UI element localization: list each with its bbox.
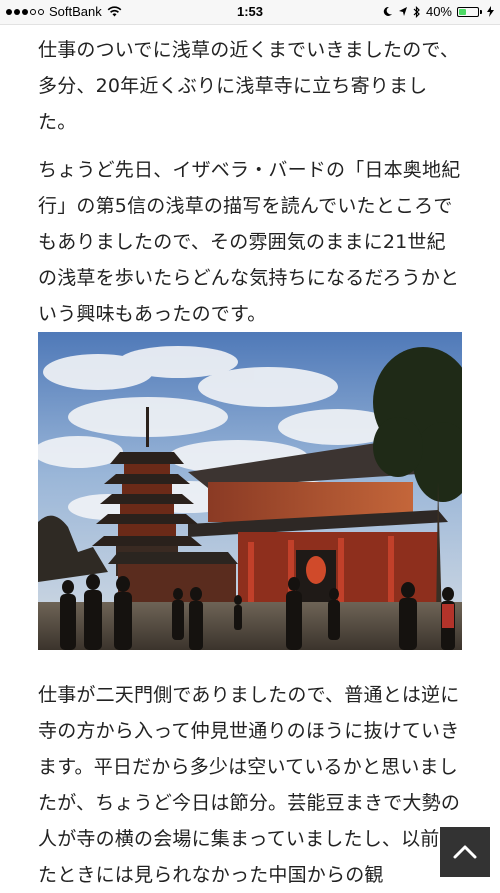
- carrier-name: SoftBank: [49, 4, 102, 19]
- status-bar: SoftBank 1:53 40%: [0, 0, 500, 25]
- back-to-top-button[interactable]: [440, 827, 490, 877]
- article-paragraph: 仕事のついでに浅草の近くまでいきましたので、多分、20年近くぶりに浅草寺に立ち寄…: [38, 39, 460, 133]
- moon-icon: [383, 6, 392, 16]
- chevron-up-icon: [453, 845, 477, 859]
- sensoji-temple-photo: [38, 332, 462, 650]
- charging-bolt-icon: [487, 6, 494, 17]
- article-paragraph: ちょうど先日、イザベラ・バードの「日本奥地紀行」の第5信の浅草の描写を読んでいた…: [38, 159, 461, 325]
- wifi-icon: [107, 6, 122, 17]
- battery-icon: [457, 6, 482, 17]
- article-paragraph: 仕事が二天門側でありましたので、普通とは逆に寺の方から入って仲見世通りのほうに抜…: [38, 684, 461, 886]
- bluetooth-icon: [413, 5, 420, 18]
- status-left: SoftBank: [6, 4, 122, 19]
- status-right: 40%: [382, 4, 494, 19]
- location-arrow-icon: [398, 7, 407, 16]
- battery-level-fill: [459, 8, 467, 15]
- article-body: 仕事のついでに浅草の近くまでいきましたので、多分、20年近くぶりに浅草寺に立ち寄…: [38, 25, 462, 332]
- battery-percent: 40%: [425, 4, 452, 19]
- signal-strength-icon: [6, 8, 44, 15]
